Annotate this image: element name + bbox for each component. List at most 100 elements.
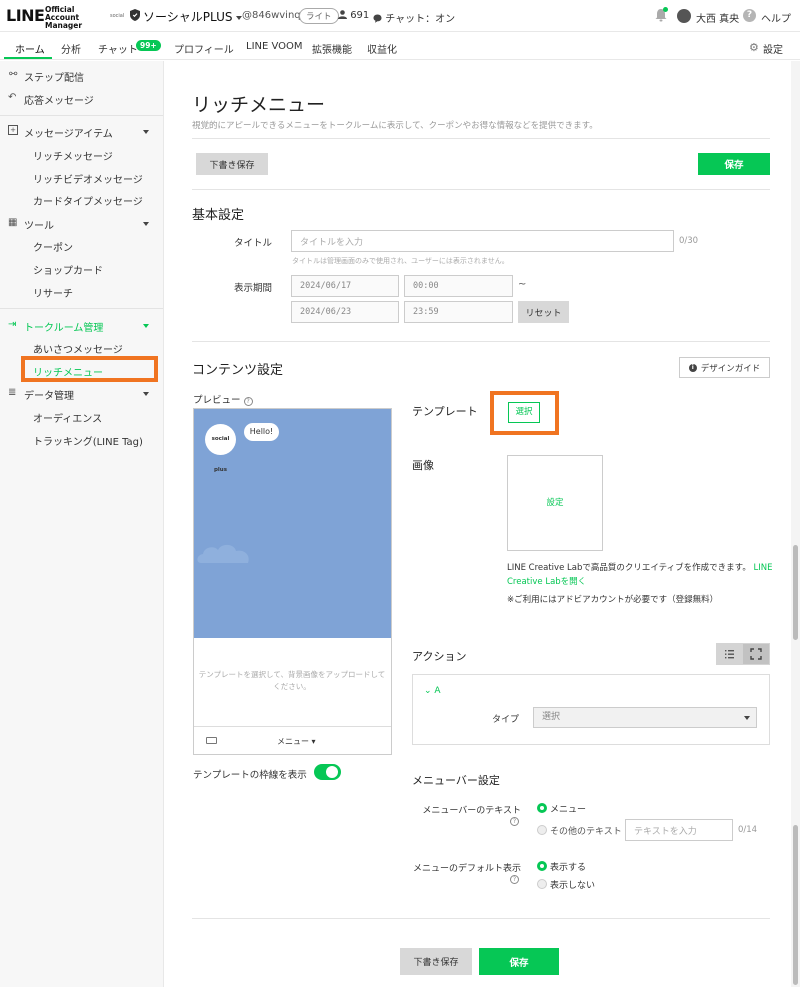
help-link[interactable]: ヘルプ bbox=[761, 10, 791, 25]
tab-extensions[interactable]: 拡張機能 bbox=[312, 41, 352, 56]
step-icon: ⚯ bbox=[9, 69, 18, 80]
talk-room-icon: ⇥ bbox=[8, 319, 17, 330]
settings-link[interactable]: 設定 bbox=[763, 41, 783, 56]
sidebar-item-audience[interactable]: オーディエンス bbox=[33, 410, 102, 425]
tab-chat[interactable]: チャット bbox=[98, 41, 138, 56]
draft-save-button[interactable]: 下書き保存 bbox=[196, 153, 268, 175]
type-select[interactable]: 選択 bbox=[533, 707, 757, 728]
sidebar-item-tools[interactable]: ツール bbox=[24, 217, 54, 232]
preview-label-text: プレビュー bbox=[193, 395, 241, 406]
creative-lab-desc: LINE Creative Labで高品質のクリエイティブを作成できます。 bbox=[507, 563, 751, 573]
line-logo[interactable]: LINE bbox=[6, 6, 45, 25]
scrollbar-thumb[interactable] bbox=[793, 545, 798, 640]
chevron-down-icon[interactable] bbox=[143, 324, 149, 328]
shield-icon bbox=[130, 9, 140, 21]
sidebar-item-message-items[interactable]: メッセージアイテム bbox=[24, 125, 113, 140]
range-separator: ~ bbox=[518, 279, 527, 290]
default-display-label: メニューのデフォルト表示 bbox=[412, 864, 521, 874]
radio-show-label: 表示する bbox=[550, 863, 587, 873]
tab-active-indicator bbox=[4, 57, 52, 59]
divider bbox=[192, 918, 770, 919]
reply-icon: ↶ bbox=[8, 92, 17, 103]
divider bbox=[192, 138, 770, 139]
toggle-knob bbox=[326, 766, 338, 778]
tab-monetization[interactable]: 収益化 bbox=[367, 41, 397, 56]
radio-menu[interactable] bbox=[537, 803, 547, 813]
type-label: タイプ bbox=[492, 715, 520, 725]
chevron-down-icon[interactable] bbox=[143, 222, 149, 226]
menubar-text-counter: 0/14 bbox=[738, 825, 758, 835]
radio-show[interactable] bbox=[537, 861, 547, 871]
chat-unread-badge: 99+ bbox=[136, 40, 161, 51]
chevron-down-icon: ⌄ bbox=[424, 686, 432, 696]
page-description: 視覚的にアピールできるメニューをトークルームに表示して、クーポンやお得な情報など… bbox=[192, 121, 598, 131]
highlight-box bbox=[490, 391, 559, 435]
end-date-field[interactable]: 2024/06/23 bbox=[291, 301, 399, 323]
sidebar-item-rich-message[interactable]: リッチメッセージ bbox=[33, 148, 113, 163]
list-icon bbox=[725, 650, 734, 659]
tab-home[interactable]: ホーム bbox=[15, 41, 45, 56]
sidebar-item-card-type[interactable]: カードタイプメッセージ bbox=[33, 193, 143, 208]
sidebar-item-talk-room[interactable]: トークルーム管理 bbox=[24, 319, 103, 334]
friends-count: 691 bbox=[338, 10, 369, 21]
preview-account-logo: social plus bbox=[205, 424, 236, 473]
action-label: アクション bbox=[412, 650, 467, 663]
chevron-down-icon bbox=[744, 716, 750, 720]
tools-icon: ▦ bbox=[8, 217, 18, 228]
sidebar-item-greeting[interactable]: あいさつメッセージ bbox=[33, 341, 123, 356]
message-items-icon: + bbox=[8, 125, 18, 135]
design-guide-button[interactable]: i デザインガイド bbox=[679, 357, 770, 378]
user-name[interactable]: 大西 真央 bbox=[696, 10, 739, 25]
sidebar-item-data[interactable]: データ管理 bbox=[24, 387, 74, 402]
image-upload-box[interactable]: 設定 bbox=[507, 455, 603, 551]
basic-settings-title: 基本設定 bbox=[192, 208, 245, 223]
sidebar-item-research[interactable]: リサーチ bbox=[33, 285, 73, 300]
question-icon[interactable]: ? bbox=[510, 817, 519, 826]
question-icon[interactable]: ? bbox=[510, 875, 519, 884]
tab-analytics[interactable]: 分析 bbox=[61, 41, 81, 56]
radio-menu-label: メニュー bbox=[550, 805, 587, 815]
chat-status[interactable]: チャット：オン bbox=[373, 10, 455, 25]
gear-icon[interactable]: ⚙ bbox=[749, 41, 759, 54]
sidebar-item-auto-reply[interactable]: 応答メッセージ bbox=[24, 92, 94, 107]
avatar[interactable] bbox=[677, 9, 691, 23]
person-icon bbox=[338, 10, 347, 19]
fullscreen-icon bbox=[750, 648, 762, 660]
title-input[interactable]: タイトルを入力 bbox=[291, 230, 674, 252]
notification-dot bbox=[663, 7, 668, 12]
title-counter: 0/30 bbox=[679, 236, 699, 246]
chevron-down-icon[interactable] bbox=[143, 130, 149, 134]
sidebar-item-tracking[interactable]: トラッキング(LINE Tag) bbox=[33, 433, 143, 448]
radio-hide[interactable] bbox=[537, 879, 547, 889]
preview-label: プレビュー ? bbox=[193, 392, 253, 406]
chevron-down-icon[interactable] bbox=[143, 392, 149, 396]
tab-line-voom[interactable]: LINE VOOM bbox=[246, 41, 303, 52]
reset-button[interactable]: リセット bbox=[518, 301, 569, 323]
sidebar-item-step[interactable]: ステップ配信 bbox=[24, 69, 84, 84]
menubar-text-input[interactable]: テキストを入力 bbox=[625, 819, 733, 841]
friends-count-value: 691 bbox=[350, 10, 370, 21]
scrollbar-thumb[interactable] bbox=[793, 825, 798, 985]
radio-other-text[interactable] bbox=[537, 825, 547, 835]
save-button[interactable]: 保存 bbox=[698, 153, 770, 175]
list-view-button[interactable] bbox=[717, 644, 742, 664]
cloud-decoration-icon bbox=[197, 544, 249, 563]
sidebar-item-rich-video[interactable]: リッチビデオメッセージ bbox=[33, 171, 143, 186]
tab-profile[interactable]: プロフィール bbox=[174, 41, 234, 56]
menubar-text-label: メニューバーのテキスト bbox=[422, 806, 521, 816]
sidebar-item-shop-card[interactable]: ショップカード bbox=[33, 262, 103, 277]
save-button-bottom[interactable]: 保存 bbox=[479, 948, 559, 975]
expand-view-button[interactable] bbox=[743, 644, 769, 664]
plan-badge: ライト bbox=[299, 8, 339, 24]
start-date-field[interactable]: 2024/06/17 bbox=[291, 275, 399, 297]
end-time-field[interactable]: 23:59 bbox=[404, 301, 513, 323]
sidebar-item-coupon[interactable]: クーポン bbox=[33, 239, 73, 254]
start-time-field[interactable]: 00:00 bbox=[404, 275, 513, 297]
question-icon[interactable]: ? bbox=[243, 397, 253, 406]
draft-save-button-bottom[interactable]: 下書き保存 bbox=[400, 948, 472, 975]
help-icon[interactable]: ? bbox=[743, 9, 756, 22]
action-a-header[interactable]: ⌄ A bbox=[424, 686, 441, 696]
chat-status-label: チャット：オン bbox=[385, 14, 456, 25]
account-switcher[interactable]: ソーシャルPLUS bbox=[143, 8, 243, 25]
page-title: リッチメニュー bbox=[192, 94, 326, 116]
